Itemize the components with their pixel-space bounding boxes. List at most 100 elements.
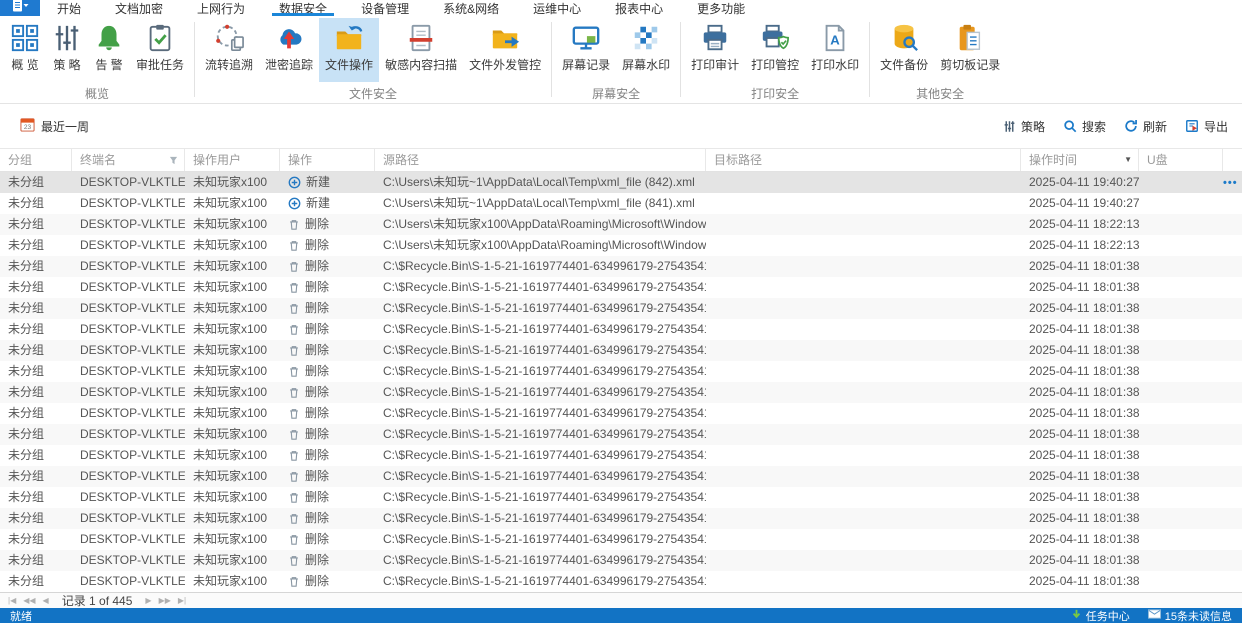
next-fast-button[interactable]: ▶▶ [159, 594, 171, 608]
cell-usb [1139, 487, 1223, 508]
tab-more-features[interactable]: 更多功能 [686, 0, 756, 16]
prev-fast-button[interactable]: ◀◀ [23, 594, 35, 608]
ribbon-item-file-operations[interactable]: 文件操作 [319, 18, 380, 82]
col-usb[interactable]: U盘 [1139, 149, 1223, 171]
cell-action: 删除 [280, 214, 375, 235]
col-action[interactable]: 操作 [280, 149, 375, 171]
table-row[interactable]: 未分组 DESKTOP-VLKTLE1 未知玩家x100 删除 C:\Users… [0, 235, 1242, 256]
tab-data-security[interactable]: 数据安全 [268, 0, 338, 16]
last-page-button[interactable]: ▶| [178, 594, 186, 608]
col-source-path[interactable]: 源路径 [375, 149, 706, 171]
ribbon-item-print-watermark[interactable]: A 打印水印 [805, 18, 865, 82]
export-button[interactable]: 导出 [1185, 118, 1228, 135]
ribbon-item-clipboard-record[interactable]: 剪切板记录 [934, 18, 1006, 82]
table-row[interactable]: 未分组 DESKTOP-VLKTLE1 未知玩家x100 删除 C:\$Recy… [0, 382, 1242, 403]
tab-system-network[interactable]: 系统&网络 [432, 0, 510, 16]
cell-terminal: DESKTOP-VLKTLE1 [80, 196, 185, 210]
tab-home[interactable]: 开始 [46, 0, 92, 16]
table-row[interactable]: 未分组 DESKTOP-VLKTLE1 未知玩家x100 删除 C:\Users… [0, 214, 1242, 235]
table-row[interactable]: 未分组 DESKTOP-VLKTLE1 未知玩家x100 删除 C:\$Recy… [0, 361, 1242, 382]
cell-user: 未知玩家x100 [193, 490, 268, 504]
first-page-button[interactable]: |◀ [8, 594, 16, 608]
table-row[interactable]: 未分组 DESKTOP-VLKTLE1 未知玩家x100 删除 C:\$Recy… [0, 466, 1242, 487]
tab-web-behavior[interactable]: 上网行为 [186, 0, 256, 16]
delete-icon [288, 512, 300, 525]
cell-user: 未知玩家x100 [193, 385, 268, 399]
table-row[interactable]: 未分组 DESKTOP-VLKTLE1 未知玩家x100 删除 C:\$Recy… [0, 529, 1242, 550]
next-page-button[interactable]: ▶ [145, 594, 151, 608]
approval-clipboard-icon [145, 23, 175, 53]
cell-action: 删除 [280, 487, 375, 508]
app-menu-button[interactable] [0, 0, 40, 16]
table-row[interactable]: 未分组 DESKTOP-VLKTLE1 未知玩家x100 删除 C:\$Recy… [0, 256, 1242, 277]
ribbon-item-overview[interactable]: 概 览 [4, 18, 46, 82]
search-button[interactable]: 搜索 [1063, 118, 1106, 135]
col-filler [1223, 149, 1242, 171]
table-row[interactable]: 未分组 DESKTOP-VLKTLE1 未知玩家x100 删除 C:\$Recy… [0, 298, 1242, 319]
cell-usb [1139, 172, 1223, 193]
table-row[interactable]: 未分组 DESKTOP-VLKTLE1 未知玩家x100 删除 C:\$Recy… [0, 445, 1242, 466]
tab-doc-encryption[interactable]: 文档加密 [104, 0, 174, 16]
table-row[interactable]: 未分组 DESKTOP-VLKTLE1 未知玩家x100 删除 C:\$Recy… [0, 424, 1242, 445]
row-menu-dots[interactable]: ••• [1223, 177, 1238, 189]
col-terminal[interactable]: 终端名 [72, 149, 185, 171]
ribbon-item-screen-record[interactable]: 屏幕记录 [556, 18, 616, 82]
col-time[interactable]: 操作时间 ▼ [1021, 149, 1139, 171]
ribbon-item-print-control[interactable]: 打印管控 [745, 18, 805, 82]
table-row[interactable]: 未分组 DESKTOP-VLKTLE1 未知玩家x100 删除 C:\$Recy… [0, 508, 1242, 529]
ribbon-item-policy[interactable]: 策 略 [46, 18, 88, 82]
cell-action: 删除 [280, 235, 375, 256]
cell-group: 未分组 [8, 490, 45, 504]
col-target-path[interactable]: 目标路径 [706, 149, 1021, 171]
date-range-filter[interactable]: 23 最近一周 [20, 117, 89, 135]
table-row[interactable]: 未分组 DESKTOP-VLKTLE1 未知玩家x100 删除 C:\$Recy… [0, 550, 1242, 571]
ribbon-item-print-audit[interactable]: 打印审计 [685, 18, 745, 82]
ribbon-item-screen-watermark[interactable]: 屏幕水印 [616, 18, 676, 82]
cell-group: 未分组 [8, 469, 45, 483]
cell-usb [1139, 508, 1223, 529]
tab-ops-center[interactable]: 运维中心 [522, 0, 592, 16]
tab-bar: 开始 文档加密 上网行为 数据安全 设备管理 系统&网络 运维中心 报表中心 更… [0, 0, 1242, 16]
ribbon-item-flow-trace[interactable]: 流转追溯 [199, 18, 259, 82]
cell-target-path [706, 424, 1021, 445]
table-row[interactable]: 未分组 DESKTOP-VLKTLE1 未知玩家x100 删除 C:\$Recy… [0, 340, 1242, 361]
unread-messages-button[interactable]: 15条未读信息 [1147, 608, 1232, 623]
cell-time: 2025-04-11 18:01:38 [1029, 364, 1139, 378]
delete-icon [288, 365, 300, 378]
column-filter-icon[interactable] [169, 156, 178, 165]
action-label: 删除 [305, 532, 330, 546]
sort-caret-icon[interactable]: ▼ [1124, 149, 1132, 171]
delete-icon [288, 323, 300, 336]
tab-device-management[interactable]: 设备管理 [350, 0, 420, 16]
action-label: 删除 [305, 343, 330, 357]
table-row[interactable]: 未分组 DESKTOP-VLKTLE1 未知玩家x100 删除 C:\$Recy… [0, 403, 1242, 424]
ribbon-item-leak-trace[interactable]: 泄密追踪 [259, 18, 319, 82]
table-row[interactable]: 未分组 DESKTOP-VLKTLE1 未知玩家x100 新建 C:\Users… [0, 193, 1242, 214]
table-row[interactable]: 未分组 DESKTOP-VLKTLE1 未知玩家x100 删除 C:\$Recy… [0, 319, 1242, 340]
ribbon-item-approval-tasks[interactable]: 审批任务 [130, 18, 190, 82]
policy-button[interactable]: 策略 [1003, 118, 1045, 135]
tab-report-center[interactable]: 报表中心 [604, 0, 674, 16]
table-row[interactable]: 未分组 DESKTOP-VLKTLE1 未知玩家x100 删除 C:\$Recy… [0, 487, 1242, 508]
cell-terminal: DESKTOP-VLKTLE1 [80, 385, 185, 399]
cell-action: 删除 [280, 277, 375, 298]
cell-action: 删除 [280, 256, 375, 277]
delete-icon [288, 344, 300, 357]
prev-page-button[interactable]: ◀ [43, 594, 49, 608]
table-row[interactable]: 未分组 DESKTOP-VLKTLE1 未知玩家x100 删除 C:\$Recy… [0, 571, 1242, 592]
ribbon-item-alert[interactable]: 告 警 [88, 18, 130, 82]
col-user[interactable]: 操作用户 [185, 149, 280, 171]
print-audit-printer-icon [700, 23, 730, 53]
table-row[interactable]: 未分组 DESKTOP-VLKTLE1 未知玩家x100 新建 C:\Users… [0, 172, 1242, 193]
ribbon-item-file-outgoing-control[interactable]: 文件外发管控 [463, 18, 547, 82]
table-row[interactable]: 未分组 DESKTOP-VLKTLE1 未知玩家x100 删除 C:\$Recy… [0, 277, 1242, 298]
ribbon-item-sensitive-scan[interactable]: 敏感内容扫描 [379, 18, 463, 82]
cell-action: 删除 [280, 361, 375, 382]
refresh-button[interactable]: 刷新 [1124, 118, 1167, 135]
ribbon-item-file-backup[interactable]: 文件备份 [874, 18, 934, 82]
task-center-button[interactable]: 任务中心 [1071, 608, 1130, 623]
search-magnifier-icon [1063, 119, 1077, 133]
create-icon [288, 197, 301, 210]
table-header: 分组 终端名 操作用户 操作 源路径 目标路径 操作时间 ▼ U盘 [0, 148, 1242, 172]
col-group[interactable]: 分组 [0, 149, 72, 171]
